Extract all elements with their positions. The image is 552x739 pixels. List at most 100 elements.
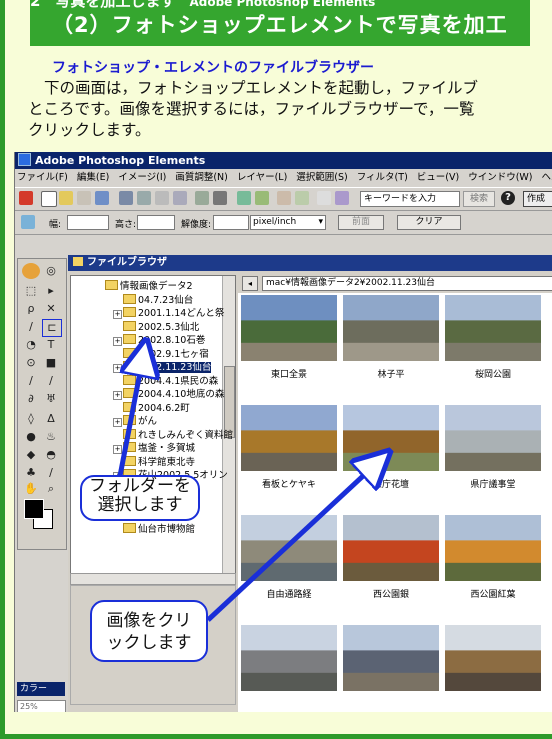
cookie-cutter-icon[interactable]: ◔ [22, 337, 40, 353]
crop-tool-toolbox-icon[interactable]: ⊏ [42, 319, 62, 337]
redo-icon[interactable] [295, 191, 309, 205]
eraser-tool-icon[interactable]: ◊ [22, 411, 40, 427]
tree-folder-item[interactable]: 仙台市博物館 [123, 523, 195, 536]
photo-image[interactable] [343, 625, 439, 691]
height-field[interactable] [137, 215, 175, 230]
redeye-icon[interactable]: ⊙ [22, 355, 40, 371]
photo-image[interactable] [445, 405, 541, 471]
tree-horizontal-scrollbar[interactable] [70, 573, 236, 585]
brush-tool-icon[interactable]: ∕ [42, 373, 60, 389]
tree-folder-item[interactable]: 2002.8.10石巻 [123, 334, 205, 347]
photo-image[interactable] [343, 295, 439, 361]
save-icon[interactable] [119, 191, 133, 205]
ps-home-icon[interactable] [19, 191, 33, 205]
photo-thumbnail[interactable]: 県庁議事堂 [445, 405, 541, 490]
menu-item[interactable]: レイヤー(L) [237, 172, 287, 183]
expand-icon[interactable]: + [113, 364, 122, 373]
tree-folder-item[interactable]: 2002.11.23仙台 [123, 361, 212, 374]
shape-tool-icon[interactable]: ■ [42, 355, 60, 371]
step-backward-icon[interactable] [237, 191, 251, 205]
zoom-level[interactable]: 25% [17, 700, 66, 712]
tree-folder-item[interactable]: 科学館東北寺 [123, 455, 195, 469]
front-image-button[interactable]: 前面 [338, 215, 384, 230]
tree-scroll-thumb[interactable] [224, 366, 235, 438]
menu-item[interactable]: ファイル(F) [17, 172, 68, 183]
photo-thumbnail[interactable]: 自由通路経 [241, 515, 337, 600]
new-file-icon[interactable] [41, 191, 57, 207]
photo-image[interactable] [241, 515, 337, 581]
photo-thumbnail[interactable]: 桜岡公園 [445, 295, 541, 380]
create-button[interactable]: 作成 [523, 191, 552, 207]
unit-select[interactable]: pixel/inch ▾ [250, 215, 326, 230]
photo-thumbnail[interactable] [445, 625, 541, 705]
paint-bucket-icon[interactable]: Δ [42, 411, 60, 427]
import-icon[interactable] [95, 191, 109, 205]
path-field[interactable]: mac¥情報画像データ2¥2002.11.23仙台 [262, 276, 552, 291]
width-field[interactable] [67, 215, 109, 230]
print-preview-icon[interactable] [155, 191, 169, 205]
photo-thumbnail[interactable] [343, 625, 439, 705]
tree-folder-item[interactable]: 04.7.23仙台 [123, 293, 193, 307]
photo-thumbnail[interactable]: 看板とケヤキ [241, 405, 337, 490]
tree-folder-item[interactable]: 2004.4.10地底の森 [123, 388, 224, 401]
photo-thumbnail[interactable] [241, 625, 337, 705]
tree-folder-item[interactable]: 2004.4.1県民の森 [123, 374, 218, 388]
save-web-icon[interactable] [137, 191, 151, 205]
blur-tool-icon[interactable]: ♨ [42, 429, 60, 445]
open-folder-icon[interactable] [59, 191, 73, 205]
hand-tool-icon[interactable]: ✋ [22, 481, 40, 497]
magic-wand-icon[interactable]: ✕ [42, 301, 60, 317]
expand-icon[interactable]: + [113, 337, 122, 346]
photo-image[interactable] [241, 295, 337, 361]
menu-item[interactable]: 選択範囲(S) [296, 172, 347, 183]
expand-icon[interactable]: + [113, 418, 122, 427]
photo-image[interactable] [445, 295, 541, 361]
photo-image[interactable] [241, 625, 337, 691]
zoom-tool-icon[interactable]: ⌕ [42, 481, 60, 497]
tree-folder-item[interactable]: 2001.1.14どんと祭 [123, 307, 224, 320]
color-panel-tab[interactable]: カラー [17, 682, 65, 696]
smudge-tool-icon[interactable]: ◓ [42, 447, 60, 463]
photo-image[interactable] [445, 515, 541, 581]
clone-stamp-icon[interactable]: ♣ [22, 465, 40, 481]
photo-image[interactable] [343, 405, 439, 471]
zoom-toolbox-icon[interactable]: ◎ [42, 263, 60, 279]
photo-image[interactable] [343, 515, 439, 581]
tree-folder-item[interactable]: 2002.5.3仙北 [123, 320, 199, 334]
lasso-tool-icon[interactable]: ρ [22, 301, 40, 317]
step-forward-icon[interactable] [255, 191, 269, 205]
tree-folder-item[interactable]: 2002.9.1七ヶ宿 [123, 347, 209, 361]
help-icon[interactable]: ? [501, 191, 515, 205]
file-browser-icon[interactable] [317, 191, 331, 205]
resolution-field[interactable] [213, 215, 249, 230]
camera-icon[interactable] [213, 191, 227, 205]
print-icon[interactable] [173, 191, 187, 205]
tree-folder-item[interactable]: れきしみんぞく資料館 [123, 428, 233, 442]
tree-scrollbar[interactable] [222, 276, 235, 573]
eyedropper-icon[interactable]: ∕ [42, 465, 60, 481]
menu-item[interactable]: ヘルプ(H) [542, 172, 552, 183]
impressionist-brush-icon[interactable]: ∂ [22, 391, 40, 407]
tree-folder-item[interactable]: がん [123, 415, 157, 428]
menu-item[interactable]: 画質調整(N) [175, 172, 228, 183]
menu-item[interactable]: フィルタ(T) [357, 172, 408, 183]
foreground-color-swatch[interactable] [24, 499, 44, 519]
expand-icon[interactable]: + [113, 310, 122, 319]
stamp-tool-icon[interactable]: ♅ [42, 391, 60, 407]
email-icon[interactable] [195, 191, 209, 205]
undo-icon[interactable] [277, 191, 291, 205]
photo-thumbnail[interactable]: 西公園紅葉 [445, 515, 541, 600]
sponge-tool-icon[interactable]: ◆ [22, 447, 40, 463]
gradient-tool-icon[interactable]: ● [22, 429, 40, 445]
photo-image[interactable] [241, 405, 337, 471]
expand-icon[interactable]: + [113, 445, 122, 454]
up-folder-icon[interactable]: ◂ [242, 276, 258, 291]
menu-item[interactable]: イメージ(I) [118, 172, 166, 183]
brush-select-icon[interactable]: ∕ [22, 319, 40, 335]
tree-folder-item[interactable]: 2004.6.2町 [123, 401, 190, 415]
photo-thumbnail[interactable]: 西公園銀 [343, 515, 439, 600]
expand-icon[interactable]: + [113, 391, 122, 400]
pencil-tool-icon[interactable]: ∕ [22, 373, 40, 389]
move-tool-icon[interactable]: ▸ [42, 283, 60, 299]
ps-eye-icon[interactable] [22, 263, 40, 279]
